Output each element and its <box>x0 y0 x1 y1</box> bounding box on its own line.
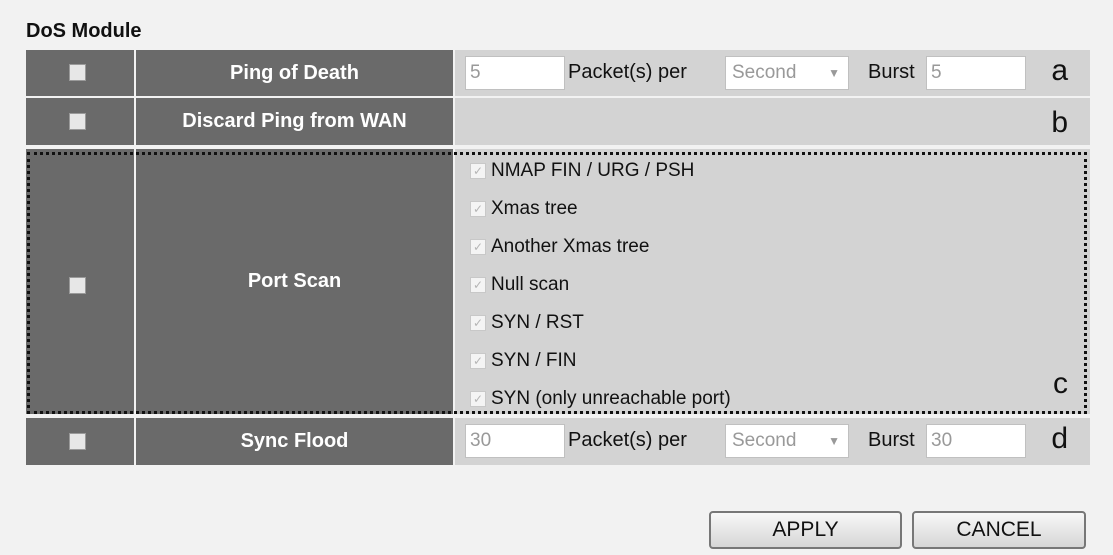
sync-flood-unit-select[interactable]: Second ▼ <box>725 424 849 458</box>
marker-c: c <box>1053 367 1068 400</box>
sync-flood-settings: 30 Packet(s) per Second ▼ Burst 30 d <box>455 418 1090 465</box>
check-icon: ✓ <box>470 353 486 369</box>
packets-per-label: Packet(s) per <box>568 61 687 83</box>
marker-a: a <box>1051 54 1068 87</box>
cancel-button[interactable]: CANCEL <box>912 511 1086 549</box>
scan-option-syn-unreachable[interactable]: ✓ SYN (only unreachable port) <box>470 387 731 411</box>
scan-option-syn-rst[interactable]: ✓ SYN / RST <box>470 311 584 335</box>
discard-ping-checkbox-cell <box>26 98 134 145</box>
ping-of-death-checkbox-cell <box>26 50 134 96</box>
ping-of-death-label: Ping of Death <box>136 50 453 96</box>
discard-ping-row: Discard Ping from WAN b <box>26 98 1090 145</box>
burst-label: Burst <box>868 61 915 83</box>
sync-flood-unit-value: Second <box>732 430 797 451</box>
sync-flood-row: Sync Flood 30 Packet(s) per Second ▼ Bur… <box>26 418 1090 465</box>
sync-flood-packets-input[interactable]: 30 <box>465 424 565 458</box>
check-icon: ✓ <box>470 277 486 293</box>
scan-option-nmap[interactable]: ✓ NMAP FIN / URG / PSH <box>470 159 694 183</box>
scan-option-null-scan[interactable]: ✓ Null scan <box>470 273 569 297</box>
port-scan-checkbox[interactable] <box>69 277 86 294</box>
port-scan-row: Port Scan ✓ NMAP FIN / URG / PSH ✓ Xmas … <box>26 149 1090 414</box>
apply-button[interactable]: APPLY <box>709 511 902 549</box>
port-scan-options: ✓ NMAP FIN / URG / PSH ✓ Xmas tree ✓ Ano… <box>455 149 1090 414</box>
discard-ping-label: Discard Ping from WAN <box>136 98 453 145</box>
check-icon: ✓ <box>470 391 486 407</box>
ping-of-death-settings: 5 Packet(s) per Second ▼ Burst 5 a <box>455 50 1090 96</box>
ping-of-death-burst-input[interactable]: 5 <box>926 56 1026 90</box>
check-icon: ✓ <box>470 315 486 331</box>
marker-b: b <box>1051 106 1068 139</box>
port-scan-checkbox-cell <box>26 149 134 414</box>
ping-of-death-unit-select[interactable]: Second ▼ <box>725 56 849 90</box>
check-icon: ✓ <box>470 163 486 179</box>
discard-ping-checkbox[interactable] <box>69 113 86 130</box>
port-scan-label: Port Scan <box>136 149 453 414</box>
packets-per-label: Packet(s) per <box>568 429 687 451</box>
sync-flood-burst-input[interactable]: 30 <box>926 424 1026 458</box>
sync-flood-checkbox[interactable] <box>69 433 86 450</box>
scan-option-syn-fin[interactable]: ✓ SYN / FIN <box>470 349 577 373</box>
sync-flood-checkbox-cell <box>26 418 134 465</box>
marker-d: d <box>1051 422 1068 455</box>
chevron-down-icon: ▼ <box>828 434 840 448</box>
ping-of-death-checkbox[interactable] <box>69 64 86 81</box>
module-title: DoS Module <box>26 20 142 42</box>
scan-option-xmas-tree[interactable]: ✓ Xmas tree <box>470 197 578 221</box>
discard-ping-settings: b <box>455 98 1090 145</box>
ping-of-death-row: Ping of Death 5 Packet(s) per Second ▼ B… <box>26 50 1090 96</box>
check-icon: ✓ <box>470 201 486 217</box>
check-icon: ✓ <box>470 239 486 255</box>
chevron-down-icon: ▼ <box>828 66 840 80</box>
ping-of-death-packets-input[interactable]: 5 <box>465 56 565 90</box>
burst-label: Burst <box>868 429 915 451</box>
sync-flood-label: Sync Flood <box>136 418 453 465</box>
ping-of-death-unit-value: Second <box>732 62 797 83</box>
scan-option-another-xmas-tree[interactable]: ✓ Another Xmas tree <box>470 235 649 259</box>
